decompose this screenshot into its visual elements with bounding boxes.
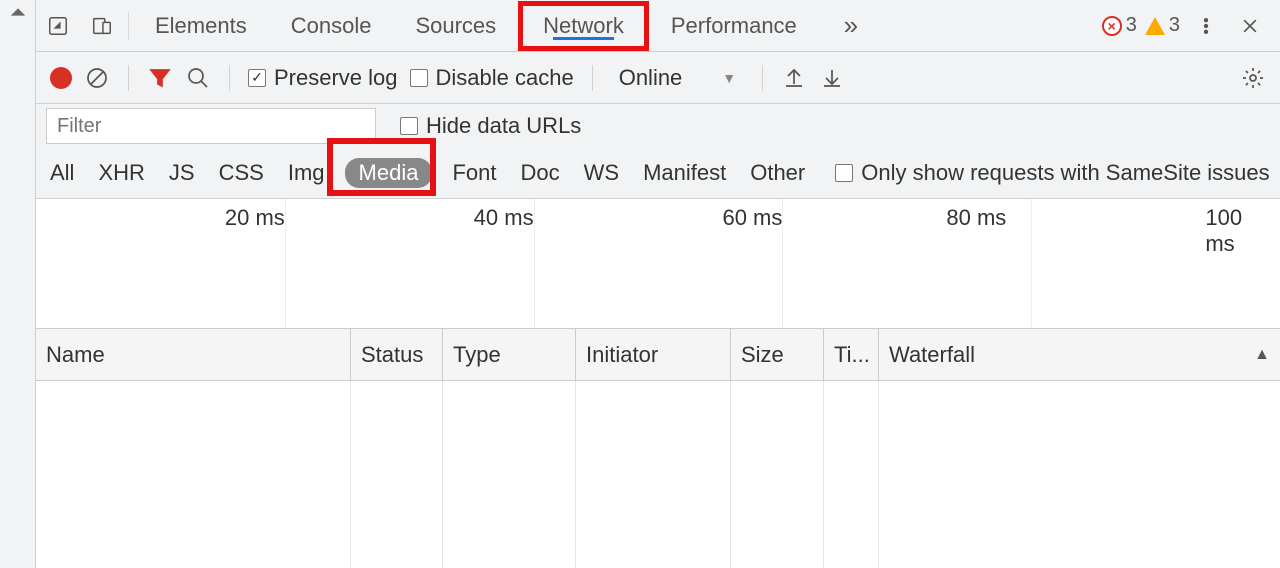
overview-timeline[interactable]: 20 ms 40 ms 60 ms 80 ms 100 ms <box>36 199 1280 329</box>
upload-har-icon[interactable] <box>781 65 807 91</box>
filter-font[interactable]: Font <box>448 158 500 188</box>
preserve-log-label: Preserve log <box>274 65 398 91</box>
sort-asc-icon: ▲ <box>1254 346 1270 364</box>
filter-css[interactable]: CSS <box>215 158 268 188</box>
col-status[interactable]: Status <box>351 329 443 380</box>
tick-label: 20 ms <box>225 205 285 231</box>
checkbox-icon <box>248 69 266 87</box>
col-waterfall[interactable]: Waterfall ▲ <box>879 329 1280 380</box>
highlight-network: Network <box>518 1 649 51</box>
filter-bar: Hide data URLs All XHR JS CSS Img Media … <box>36 104 1280 199</box>
device-toggle-icon[interactable] <box>80 0 124 52</box>
divider <box>229 65 230 91</box>
table-body <box>36 381 1280 568</box>
col-size[interactable]: Size <box>731 329 824 380</box>
inspect-icon[interactable] <box>36 0 80 52</box>
record-button[interactable] <box>50 67 72 89</box>
throttling-value: Online <box>619 65 683 91</box>
error-count[interactable]: × 3 <box>1102 14 1137 37</box>
drawer-gutter[interactable] <box>0 0 36 568</box>
filter-xhr[interactable]: XHR <box>94 158 148 188</box>
filter-doc[interactable]: Doc <box>516 158 563 188</box>
disable-cache-checkbox[interactable]: Disable cache <box>410 65 574 91</box>
tab-sources[interactable]: Sources <box>393 0 518 52</box>
col-type[interactable]: Type <box>443 329 576 380</box>
checkbox-icon <box>410 69 428 87</box>
filter-input[interactable] <box>46 108 376 144</box>
filter-manifest[interactable]: Manifest <box>639 158 730 188</box>
filter-icon[interactable] <box>147 65 173 91</box>
divider <box>762 65 763 91</box>
col-name[interactable]: Name <box>36 329 351 380</box>
warning-icon <box>1145 17 1165 35</box>
preserve-log-checkbox[interactable]: Preserve log <box>248 65 398 91</box>
col-initiator[interactable]: Initiator <box>576 329 731 380</box>
divider <box>128 12 129 40</box>
divider <box>128 65 129 91</box>
tick-label: 60 ms <box>722 205 782 231</box>
filter-js[interactable]: JS <box>165 158 199 188</box>
dropdown-icon: ▼ <box>722 70 736 86</box>
warning-count[interactable]: 3 <box>1145 14 1180 37</box>
col-time[interactable]: Ti... <box>824 329 879 380</box>
hide-data-urls-label: Hide data URLs <box>426 113 581 139</box>
disable-cache-label: Disable cache <box>436 65 574 91</box>
download-har-icon[interactable] <box>819 65 845 91</box>
tab-performance[interactable]: Performance <box>649 0 819 52</box>
filter-other[interactable]: Other <box>746 158 809 188</box>
filter-media[interactable]: Media <box>345 158 433 188</box>
requests-table: Name Status Type Initiator Size Ti... Wa… <box>36 329 1280 568</box>
divider <box>592 65 593 91</box>
tab-console[interactable]: Console <box>269 0 394 52</box>
checkbox-icon <box>835 164 853 182</box>
tab-network[interactable]: Network <box>543 13 624 39</box>
table-header: Name Status Type Initiator Size Ti... Wa… <box>36 329 1280 381</box>
close-devtools[interactable] <box>1232 8 1268 44</box>
warning-count-value: 3 <box>1169 14 1180 37</box>
error-icon: × <box>1102 16 1122 36</box>
tick-label: 40 ms <box>474 205 534 231</box>
checkbox-icon <box>400 117 418 135</box>
col-waterfall-label: Waterfall <box>889 342 975 368</box>
tabs-overflow[interactable]: » <box>831 10 871 41</box>
filter-all[interactable]: All <box>46 158 78 188</box>
devtools-tabs: Elements Console Sources Network Perform… <box>36 0 1280 52</box>
tick-label: 80 ms <box>946 205 1006 231</box>
throttling-select[interactable]: Online ▼ <box>611 65 744 91</box>
tab-elements[interactable]: Elements <box>133 0 269 52</box>
more-menu[interactable] <box>1188 8 1224 44</box>
search-icon[interactable] <box>185 65 211 91</box>
filter-ws[interactable]: WS <box>580 158 623 188</box>
clear-icon[interactable] <box>84 65 110 91</box>
error-count-value: 3 <box>1126 14 1137 37</box>
samesite-checkbox[interactable]: Only show requests with SameSite issues <box>835 160 1269 186</box>
network-toolbar: Preserve log Disable cache Online ▼ <box>36 52 1280 104</box>
settings-icon[interactable] <box>1240 65 1266 91</box>
filter-img[interactable]: Img <box>284 158 329 188</box>
hide-data-urls-checkbox[interactable]: Hide data URLs <box>400 113 581 139</box>
samesite-label: Only show requests with SameSite issues <box>861 160 1269 186</box>
tick-label: 100 ms <box>1205 205 1242 257</box>
